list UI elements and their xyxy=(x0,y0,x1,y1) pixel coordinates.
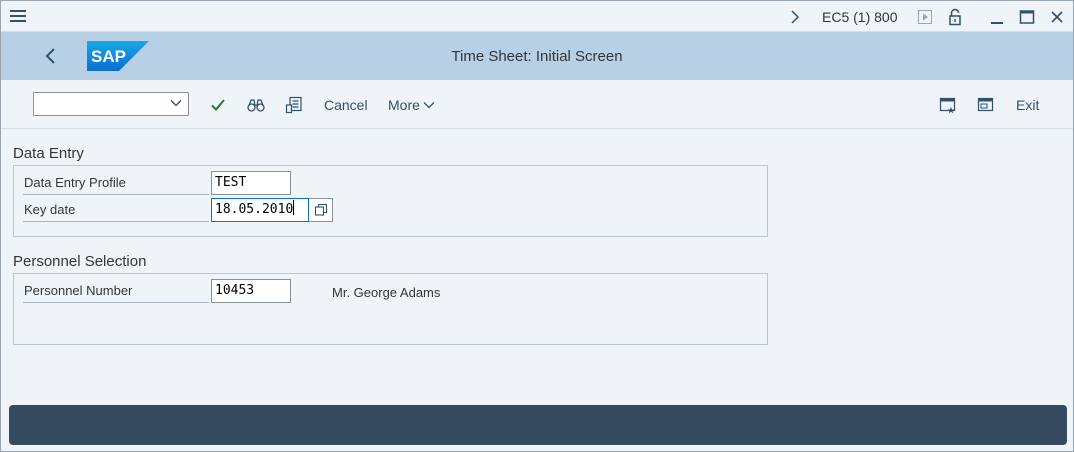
key-date-value: 18.05.2010 xyxy=(215,202,294,217)
text-caret xyxy=(293,200,295,215)
app-header: SAP Time Sheet: Initial Screen xyxy=(1,32,1073,80)
system-info[interactable]: EC5 (1) 800 xyxy=(822,9,897,25)
menu-icon[interactable] xyxy=(10,10,26,23)
new-session-icon[interactable] xyxy=(939,94,957,116)
personnel-selection-title: Personnel Selection xyxy=(13,253,147,270)
key-date-field[interactable]: 18.05.2010 xyxy=(211,198,309,222)
chevron-down-icon xyxy=(423,99,435,111)
key-date-label: Key date xyxy=(23,198,209,222)
exit-button[interactable]: Exit xyxy=(1016,94,1039,116)
status-bar xyxy=(9,405,1067,445)
cancel-button[interactable]: Cancel xyxy=(324,94,368,116)
session-icon[interactable] xyxy=(977,94,995,116)
lock-icon[interactable] xyxy=(946,7,964,27)
binoculars-icon[interactable] xyxy=(247,94,265,116)
title-bar: EC5 (1) 800 xyxy=(1,1,1073,32)
layout-icon[interactable] xyxy=(285,94,303,116)
sap-window: EC5 (1) 800 SAP Time Sheet: Initial Scre… xyxy=(0,0,1074,452)
command-field[interactable] xyxy=(33,92,189,116)
personnel-name: Mr. George Adams xyxy=(332,285,441,300)
data-entry-profile-label: Data Entry Profile xyxy=(23,171,209,195)
personnel-number-field[interactable]: 10453 xyxy=(211,279,291,303)
more-button[interactable]: More xyxy=(388,94,435,116)
screen-title: Time Sheet: Initial Screen xyxy=(451,48,623,65)
toolbar: Cancel More Exit xyxy=(1,80,1073,129)
chevron-right-icon[interactable] xyxy=(788,7,802,27)
play-icon[interactable] xyxy=(916,7,934,27)
minimize-icon[interactable] xyxy=(988,7,1006,27)
checkmark-icon[interactable] xyxy=(210,94,226,116)
maximize-icon[interactable] xyxy=(1018,7,1036,27)
f4-help-icon[interactable] xyxy=(309,198,333,222)
more-label: More xyxy=(388,97,420,113)
data-entry-profile-field[interactable]: TEST xyxy=(211,171,291,195)
personnel-number-label: Personnel Number xyxy=(23,279,209,303)
data-entry-title: Data Entry xyxy=(13,145,84,162)
close-icon[interactable] xyxy=(1048,7,1066,27)
chevron-down-icon[interactable] xyxy=(169,96,183,115)
